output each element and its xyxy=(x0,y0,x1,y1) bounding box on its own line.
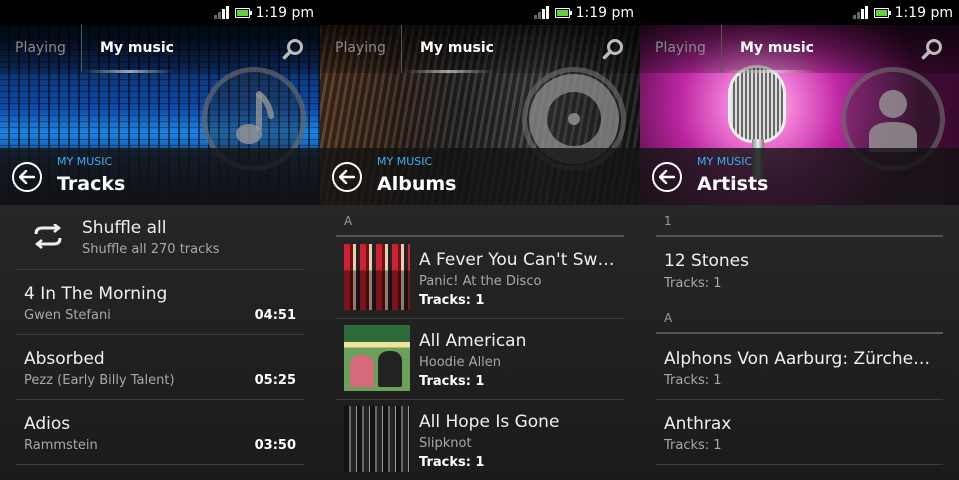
clock: 1:19 pm xyxy=(575,4,634,21)
signal-icon xyxy=(852,6,868,19)
title-bar: MY MUSIC Artists xyxy=(640,148,959,205)
track-artist: Pezz (Early Billy Talent) xyxy=(24,373,175,388)
album-artist: Slipknot xyxy=(419,436,472,451)
clock: 1:19 pm xyxy=(255,4,314,21)
album-cover xyxy=(344,325,410,391)
page-title: Tracks xyxy=(57,173,126,195)
artist-track-count: Tracks: 1 xyxy=(664,373,722,388)
artist-name: Alphons Von Aarburg: Zürcher S... xyxy=(664,349,936,369)
shuffle-icon xyxy=(34,224,62,249)
search-icon[interactable] xyxy=(921,38,943,60)
track-row[interactable]: Absorbed Pezz (Early Billy Talent) 05:25 xyxy=(16,335,304,400)
back-arrow-icon[interactable] xyxy=(332,162,362,192)
shuffle-all-sub: Shuffle all 270 tracks xyxy=(82,242,220,257)
title-bar: MY MUSIC Albums xyxy=(320,148,640,205)
track-title: 4 In The Morning xyxy=(24,284,168,304)
artist-name: 12 Stones xyxy=(664,251,749,271)
album-row[interactable]: A Fever You Can't Swe... Panic! At the D… xyxy=(336,238,624,319)
tab-playing[interactable]: Playing xyxy=(335,40,386,56)
artists-screen: 1:19 pm Playing My music MY MUSIC Artist… xyxy=(640,0,959,480)
artist-track-count: Tracks: 1 xyxy=(664,438,722,453)
track-row[interactable]: 4 In The Morning Gwen Stefani 04:51 xyxy=(16,270,304,335)
top-tabs: Playing My music xyxy=(320,25,640,73)
breadcrumb: MY MUSIC xyxy=(697,155,753,168)
back-arrow-icon[interactable] xyxy=(12,162,42,192)
album-track-count: Tracks: 1 xyxy=(419,455,485,470)
artist-name: Anthrax xyxy=(664,414,732,434)
breadcrumb: MY MUSIC xyxy=(377,155,433,168)
artist-row[interactable]: 12 Stones Tracks: 1 xyxy=(656,238,943,302)
signal-icon xyxy=(213,6,229,19)
top-tabs: Playing My music xyxy=(0,25,320,73)
track-duration: 04:51 xyxy=(254,308,296,323)
album-title: A Fever You Can't Swe... xyxy=(419,250,615,270)
track-duration: 03:50 xyxy=(254,438,296,453)
album-title: All Hope Is Gone xyxy=(419,412,560,432)
page-title: Albums xyxy=(377,173,457,195)
back-arrow-icon[interactable] xyxy=(652,162,682,192)
battery-icon xyxy=(554,7,572,18)
search-icon[interactable] xyxy=(282,38,304,60)
page-title: Artists xyxy=(697,173,769,195)
tab-my-music[interactable]: My music xyxy=(740,40,814,56)
artists-list: 1 12 Stones Tracks: 1 A Alphons Von Aarb… xyxy=(640,205,959,480)
albums-screen: 1:19 pm Playing My music MY MUSIC Albums… xyxy=(320,0,640,480)
search-icon[interactable] xyxy=(602,38,624,60)
section-header: A xyxy=(664,311,673,325)
tab-playing[interactable]: Playing xyxy=(15,40,66,56)
section-header: 1 xyxy=(664,214,672,228)
top-tabs: Playing My music xyxy=(640,25,959,73)
signal-icon xyxy=(533,6,549,19)
track-artist: Gwen Stefani xyxy=(24,308,111,323)
tab-my-music[interactable]: My music xyxy=(100,40,174,56)
artist-row[interactable]: Alphons Von Aarburg: Zürcher S... Tracks… xyxy=(656,335,943,400)
shuffle-all-row[interactable]: Shuffle all Shuffle all 270 tracks xyxy=(16,205,304,270)
album-row[interactable]: All American Hoodie Allen Tracks: 1 xyxy=(336,319,624,400)
microphone-artwork xyxy=(728,65,786,143)
track-row[interactable]: Adios Rammstein 03:50 xyxy=(16,400,304,465)
album-artist: Hoodie Allen xyxy=(419,355,502,370)
track-title: Adios xyxy=(24,414,71,434)
status-bar: 1:19 pm xyxy=(640,0,959,25)
track-title: Absorbed xyxy=(24,349,105,369)
clock: 1:19 pm xyxy=(894,4,953,21)
header: Playing My music MY MUSIC Artists xyxy=(640,25,959,205)
header: Playing My music MY MUSIC Albums xyxy=(320,25,640,205)
title-bar: MY MUSIC Tracks xyxy=(0,148,320,205)
album-cover xyxy=(344,244,410,310)
album-artist: Panic! At the Disco xyxy=(419,274,542,289)
status-bar: 1:19 pm xyxy=(320,0,640,25)
album-track-count: Tracks: 1 xyxy=(419,374,485,389)
battery-icon xyxy=(873,7,891,18)
section-header: A xyxy=(344,214,353,228)
status-bar: 1:19 pm xyxy=(0,0,320,25)
album-row[interactable]: All Hope Is Gone Slipknot Tracks: 1 xyxy=(336,400,624,480)
tracks-list: Shuffle all Shuffle all 270 tracks 4 In … xyxy=(0,205,320,480)
albums-list: A A Fever You Can't Swe... Panic! At the… xyxy=(320,205,640,480)
header: Playing My music MY MUSIC Tracks xyxy=(0,25,320,205)
shuffle-all-label: Shuffle all xyxy=(82,218,167,238)
breadcrumb: MY MUSIC xyxy=(57,155,113,168)
tab-playing[interactable]: Playing xyxy=(655,40,706,56)
track-duration: 05:25 xyxy=(254,373,296,388)
tracks-screen: 1:19 pm Playing My music MY MUSIC Tracks… xyxy=(0,0,320,480)
album-track-count: Tracks: 1 xyxy=(419,293,485,308)
artist-track-count: Tracks: 1 xyxy=(664,276,722,291)
album-cover xyxy=(344,406,410,472)
track-artist: Rammstein xyxy=(24,438,98,453)
album-title: All American xyxy=(419,331,527,351)
battery-icon xyxy=(234,7,252,18)
tab-my-music[interactable]: My music xyxy=(420,40,494,56)
artist-row[interactable]: Anthrax Tracks: 1 xyxy=(656,400,943,465)
